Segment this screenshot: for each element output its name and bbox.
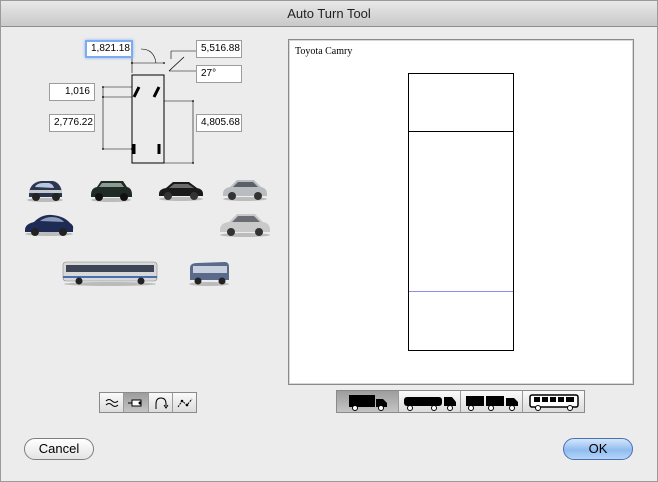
window-title: Auto Turn Tool (1, 1, 657, 27)
single-unit-truck-button[interactable] (337, 391, 399, 412)
auto-turn-dialog: Auto Turn Tool 1,821.18 5,516.88 27° 1,0… (0, 0, 658, 482)
mini-cooper-icon[interactable] (87, 175, 135, 203)
polyline-path-button[interactable] (173, 393, 196, 412)
steer-angle-field[interactable]: 27° (196, 65, 242, 83)
freehand-path-icon (105, 398, 118, 407)
freehand-path-button[interactable] (100, 393, 124, 412)
tractor-trailer-icon (403, 396, 456, 411)
track-width-field[interactable]: 1,016 (49, 83, 95, 101)
city-bus-icon[interactable] (61, 259, 159, 287)
vehicle-preview-canvas[interactable]: Toyota Camry (288, 39, 634, 385)
porsche-blue-icon[interactable] (22, 209, 76, 237)
follow-path-button[interactable] (124, 393, 149, 412)
vehicle-type-control (336, 390, 585, 413)
ok-button[interactable]: OK (563, 438, 633, 460)
wheelbase-top-field[interactable]: 5,516.88 (196, 40, 242, 58)
arc-path-icon (155, 396, 168, 409)
bus-icon (528, 393, 579, 411)
follow-path-icon (128, 399, 142, 406)
arc-path-button[interactable] (149, 393, 173, 412)
path-tool-control (99, 392, 197, 413)
lexus-silver-icon[interactable] (217, 208, 273, 238)
double-trailer-icon (465, 395, 518, 411)
coach-bus-icon[interactable] (187, 259, 231, 287)
front-overhang-field[interactable]: 1,821.18 (85, 40, 133, 58)
overall-length-field[interactable]: 4,805.68 (196, 114, 242, 132)
bus-button[interactable] (523, 391, 584, 412)
cancel-button[interactable]: Cancel (24, 438, 94, 460)
single-unit-truck-icon (348, 394, 387, 411)
vehicle-dimension-diagram (102, 48, 199, 164)
double-trailer-button[interactable] (461, 391, 523, 412)
preview-vehicle-name: Toyota Camry (295, 46, 353, 57)
front-axle-line (409, 131, 513, 132)
vehicle-outline (408, 73, 514, 351)
smart-car-icon[interactable] (23, 175, 67, 203)
polyline-path-icon (177, 398, 192, 407)
rear-axle-line (409, 291, 513, 292)
tractor-trailer-button[interactable] (399, 391, 461, 412)
mercedes-silver-icon[interactable] (220, 174, 270, 202)
sedan-dark-icon[interactable] (156, 176, 206, 202)
rear-overhang-field[interactable]: 2,776.22 (49, 114, 95, 132)
